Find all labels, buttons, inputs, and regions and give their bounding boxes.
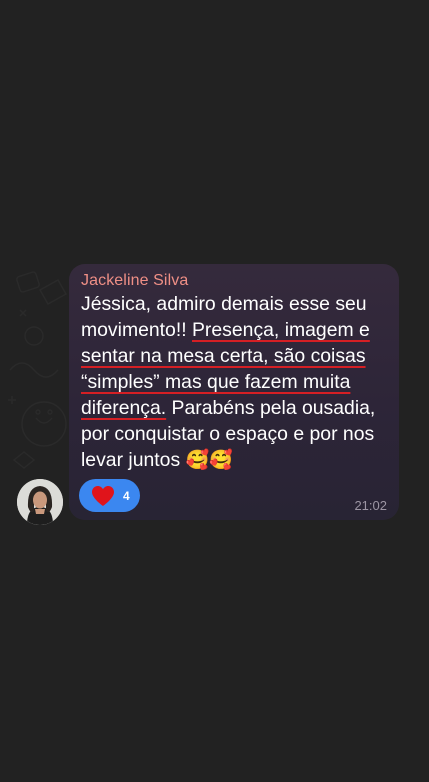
message-text: Jéssica, admiro demais esse seu moviment… bbox=[81, 291, 395, 473]
heart-reaction-button[interactable]: 4 bbox=[79, 479, 140, 512]
heart-icon bbox=[92, 485, 114, 506]
avatar-portrait bbox=[17, 479, 63, 525]
reaction-count: 4 bbox=[123, 488, 130, 503]
smiling-hearts-emoji: 🥰🥰 bbox=[185, 449, 233, 471]
message-timestamp: 21:02 bbox=[354, 498, 387, 513]
sender-name[interactable]: Jackeline Silva bbox=[81, 272, 188, 290]
message-bubble[interactable]: Jackeline Silva Jéssica, admiro demais e… bbox=[69, 264, 399, 520]
sender-avatar[interactable] bbox=[17, 479, 63, 525]
